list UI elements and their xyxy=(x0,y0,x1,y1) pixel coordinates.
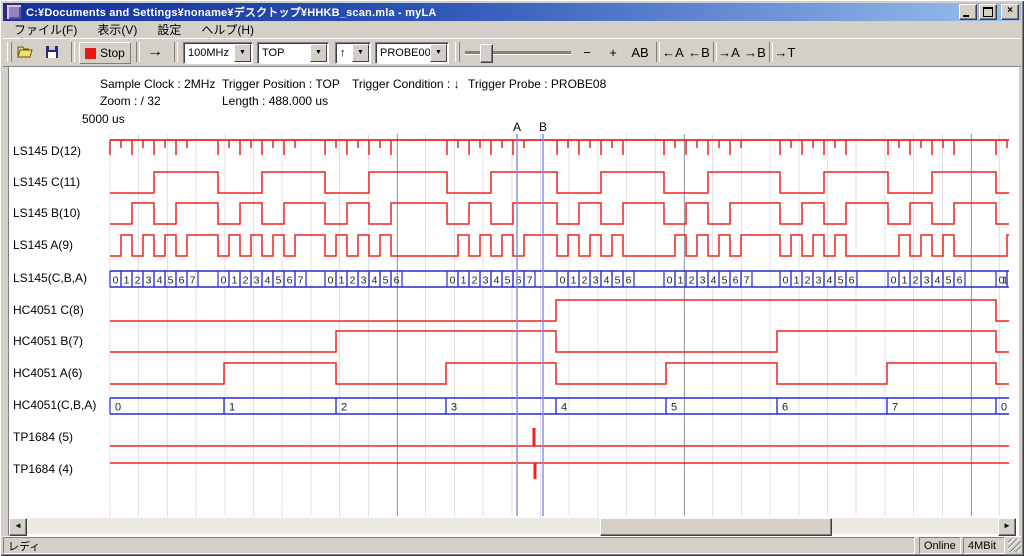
svg-text:0: 0 xyxy=(667,275,673,287)
svg-text:5: 5 xyxy=(722,275,728,287)
svg-text:1: 1 xyxy=(571,275,577,287)
svg-text:6: 6 xyxy=(733,275,739,287)
scroll-right-button[interactable]: ► xyxy=(998,518,1016,536)
svg-text:3: 3 xyxy=(593,275,599,287)
svg-text:3: 3 xyxy=(146,275,152,287)
horizontal-scrollbar[interactable]: ◄ ► xyxy=(9,518,1016,534)
svg-text:4: 4 xyxy=(604,275,610,287)
svg-text:1: 1 xyxy=(339,275,345,287)
svg-text:0: 0 xyxy=(221,275,227,287)
svg-text:7: 7 xyxy=(298,275,304,287)
svg-text:7: 7 xyxy=(744,275,750,287)
svg-text:5: 5 xyxy=(671,402,677,414)
svg-text:3: 3 xyxy=(254,275,260,287)
svg-text:7: 7 xyxy=(527,275,533,287)
svg-text:2: 2 xyxy=(243,275,249,287)
svg-text:4: 4 xyxy=(157,275,163,287)
svg-text:1: 1 xyxy=(902,275,908,287)
svg-text:1: 1 xyxy=(794,275,800,287)
svg-text:7: 7 xyxy=(892,402,898,414)
svg-text:0: 0 xyxy=(328,275,334,287)
svg-text:2: 2 xyxy=(135,275,141,287)
svg-text:1: 1 xyxy=(1002,275,1008,287)
svg-text:3: 3 xyxy=(483,275,489,287)
svg-text:6: 6 xyxy=(287,275,293,287)
svg-text:5: 5 xyxy=(946,275,952,287)
svg-text:4: 4 xyxy=(494,275,500,287)
app-window: C:¥Documents and Settings¥noname¥デスクトップ¥… xyxy=(0,0,1024,556)
svg-text:0: 0 xyxy=(450,275,456,287)
status-message: レディ xyxy=(3,537,915,554)
svg-text:4: 4 xyxy=(265,275,271,287)
svg-text:3: 3 xyxy=(451,402,457,414)
svg-text:2: 2 xyxy=(472,275,478,287)
svg-text:3: 3 xyxy=(361,275,367,287)
svg-text:2: 2 xyxy=(350,275,356,287)
svg-text:A: A xyxy=(513,120,521,134)
waveform-plot[interactable]: 0123456701234567012345601234567012345601… xyxy=(0,0,1024,556)
svg-text:1: 1 xyxy=(461,275,467,287)
svg-text:0: 0 xyxy=(1001,402,1007,414)
svg-text:5: 5 xyxy=(838,275,844,287)
resize-grip[interactable] xyxy=(1008,539,1021,552)
svg-text:6: 6 xyxy=(849,275,855,287)
svg-text:6: 6 xyxy=(626,275,632,287)
svg-text:4: 4 xyxy=(561,402,567,414)
svg-text:1: 1 xyxy=(229,402,235,414)
svg-text:0: 0 xyxy=(113,275,119,287)
svg-text:0: 0 xyxy=(560,275,566,287)
svg-text:3: 3 xyxy=(924,275,930,287)
svg-text:2: 2 xyxy=(689,275,695,287)
svg-text:1: 1 xyxy=(678,275,684,287)
svg-text:4: 4 xyxy=(372,275,378,287)
status-online: Online xyxy=(919,537,961,554)
status-bar: レディ Online 4MBit xyxy=(3,536,1021,554)
svg-text:5: 5 xyxy=(276,275,282,287)
svg-text:4: 4 xyxy=(935,275,941,287)
svg-text:0: 0 xyxy=(783,275,789,287)
svg-text:4: 4 xyxy=(711,275,717,287)
svg-text:5: 5 xyxy=(505,275,511,287)
svg-text:0: 0 xyxy=(115,402,121,414)
svg-text:0: 0 xyxy=(891,275,897,287)
svg-text:7: 7 xyxy=(190,275,196,287)
svg-text:6: 6 xyxy=(957,275,963,287)
svg-text:2: 2 xyxy=(913,275,919,287)
svg-text:3: 3 xyxy=(816,275,822,287)
svg-text:B: B xyxy=(539,120,547,134)
svg-text:6: 6 xyxy=(782,402,788,414)
svg-text:6: 6 xyxy=(179,275,185,287)
svg-text:5: 5 xyxy=(615,275,621,287)
svg-text:5: 5 xyxy=(168,275,174,287)
svg-text:1: 1 xyxy=(124,275,130,287)
svg-text:5: 5 xyxy=(383,275,389,287)
svg-text:3: 3 xyxy=(700,275,706,287)
svg-text:2: 2 xyxy=(341,402,347,414)
svg-text:2: 2 xyxy=(805,275,811,287)
svg-text:2: 2 xyxy=(582,275,588,287)
svg-text:1: 1 xyxy=(232,275,238,287)
svg-text:6: 6 xyxy=(394,275,400,287)
scrollbar-thumb[interactable] xyxy=(600,518,832,536)
scroll-left-button[interactable]: ◄ xyxy=(9,518,27,536)
status-memory: 4MBit xyxy=(963,537,1005,554)
svg-text:4: 4 xyxy=(827,275,833,287)
